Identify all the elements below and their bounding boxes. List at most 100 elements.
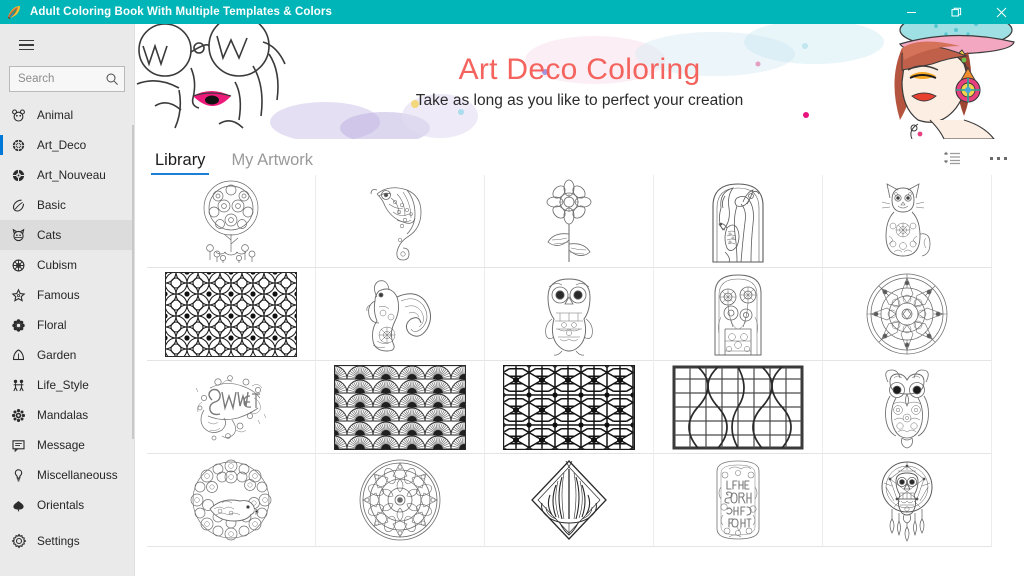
geometric-circle-pattern-thumbnail bbox=[165, 271, 297, 357]
gallery-item-owl-dreamcatcher[interactable] bbox=[823, 454, 992, 547]
sidebar-item-label: Famous bbox=[37, 288, 80, 302]
sidebar-item-art-nouveau[interactable]: Art_Nouveau bbox=[0, 160, 134, 190]
sidebar-scrollbar-thumb[interactable] bbox=[132, 125, 134, 440]
ornate-tree-thumbnail bbox=[203, 180, 259, 263]
sidebar-item-label: Cubism bbox=[37, 258, 77, 272]
sidebar-scrollbar[interactable] bbox=[132, 100, 134, 524]
gallery-item-chameleon[interactable] bbox=[316, 175, 485, 268]
search-icon[interactable] bbox=[105, 72, 119, 86]
gallery-item-geometric-star-pattern[interactable] bbox=[485, 361, 654, 454]
sidebar-item-art-deco[interactable]: Art_Deco bbox=[0, 130, 134, 160]
art-deco-icon bbox=[10, 137, 27, 154]
sidebar-item-mandalas[interactable]: Mandalas bbox=[0, 400, 134, 430]
search-box[interactable] bbox=[9, 66, 125, 92]
sidebar-item-label: Animal bbox=[37, 108, 74, 122]
sidebar-nav[interactable]: Animal Art_Deco Art_Nouveau Basic Cats C… bbox=[0, 100, 134, 524]
sweet-lettering-thumbnail bbox=[195, 375, 267, 441]
restore-button[interactable] bbox=[934, 0, 979, 24]
sidebar-item-cats[interactable]: Cats bbox=[0, 220, 134, 250]
lattice-window-pattern-thumbnail bbox=[672, 365, 804, 449]
life-is-short-lettering-thumbnail bbox=[716, 460, 760, 540]
search-container bbox=[0, 62, 134, 100]
sidebar-item-label: Life_Style bbox=[37, 378, 89, 392]
gallery-item-owl-ornate[interactable] bbox=[823, 361, 992, 454]
sidebar-item-floral[interactable]: Floral bbox=[0, 310, 134, 340]
woman-with-glasses-lineart bbox=[136, 24, 286, 129]
sidebar-item-label: Basic bbox=[37, 198, 66, 212]
basic-icon bbox=[10, 197, 27, 214]
gallery-item-woman-with-peacock[interactable] bbox=[654, 175, 823, 268]
sidebar-item-label: Art_Deco bbox=[37, 138, 87, 152]
geometric-star-pattern-thumbnail bbox=[503, 364, 635, 450]
sidebar-item-label: Settings bbox=[37, 534, 80, 548]
star-icon bbox=[10, 287, 27, 304]
gallery-item-hedgehog-in-flowers[interactable] bbox=[147, 454, 316, 547]
gallery-item-lattice-window-pattern[interactable] bbox=[654, 361, 823, 454]
gallery-item-owl-standing[interactable] bbox=[485, 268, 654, 361]
owl-dreamcatcher-thumbnail bbox=[881, 461, 933, 542]
sidebar-item-label: Miscellaneouss bbox=[37, 468, 118, 482]
minimize-button[interactable] bbox=[889, 0, 934, 24]
gallery-item-art-deco-diamond-fan[interactable] bbox=[485, 454, 654, 547]
sidebar-item-message[interactable]: Message bbox=[0, 430, 134, 460]
gallery-item-round-mandala-rosette[interactable] bbox=[823, 268, 992, 361]
sidebar-item-label: Mandalas bbox=[37, 408, 89, 422]
owl-ornate-thumbnail bbox=[885, 369, 929, 449]
message-icon bbox=[10, 437, 27, 454]
gallery-item-ornate-tree[interactable] bbox=[147, 175, 316, 268]
woman-with-hat-colored-illustration bbox=[894, 24, 1015, 139]
sidebar: Animal Art_Deco bbox=[0, 24, 135, 576]
sidebar-item-famous[interactable]: Famous bbox=[0, 280, 134, 310]
art-deco-diamond-fan-thumbnail bbox=[531, 460, 607, 540]
search-input[interactable] bbox=[18, 73, 105, 85]
miscellaneous-icon bbox=[10, 467, 27, 484]
gear-icon bbox=[10, 533, 27, 550]
mandala-icon bbox=[10, 407, 27, 424]
sidebar-item-label: Orientals bbox=[37, 498, 85, 512]
gallery-item-floral-panel[interactable] bbox=[654, 268, 823, 361]
squirrel-thumbnail bbox=[366, 280, 431, 352]
gallery-item-squirrel[interactable] bbox=[316, 268, 485, 361]
owl-standing-thumbnail bbox=[545, 278, 593, 356]
gallery-scroll[interactable] bbox=[135, 175, 1024, 576]
sidebar-item-settings[interactable]: Settings bbox=[0, 524, 134, 558]
tab-my-artwork[interactable]: My Artwork bbox=[227, 151, 317, 175]
chameleon-thumbnail bbox=[370, 187, 422, 261]
sidebar-item-label: Art_Nouveau bbox=[37, 168, 106, 182]
art-nouveau-icon bbox=[10, 167, 27, 184]
cubism-icon bbox=[10, 257, 27, 274]
gallery-item-sweet-lettering[interactable] bbox=[147, 361, 316, 454]
sidebar-item-basic[interactable]: Basic bbox=[0, 190, 134, 220]
sidebar-item-miscellaneouss[interactable]: Miscellaneouss bbox=[0, 460, 134, 490]
close-button[interactable] bbox=[979, 0, 1024, 24]
sidebar-item-garden[interactable]: Garden bbox=[0, 340, 134, 370]
gallery-item-flower-stem[interactable] bbox=[485, 175, 654, 268]
sidebar-item-life-style[interactable]: Life_Style bbox=[0, 370, 134, 400]
tab-library[interactable]: Library bbox=[151, 151, 210, 175]
flower-stem-thumbnail bbox=[546, 179, 592, 262]
sidebar-item-animal[interactable]: Animal bbox=[0, 100, 134, 130]
sidebar-item-cubism[interactable]: Cubism bbox=[0, 250, 134, 280]
gallery-item-life-is-short-lettering[interactable] bbox=[654, 454, 823, 547]
leaf-palette-icon bbox=[6, 4, 22, 20]
life-style-icon bbox=[10, 377, 27, 394]
sidebar-item-label: Message bbox=[37, 438, 85, 452]
gallery-item-geometric-circle-pattern[interactable] bbox=[147, 268, 316, 361]
gallery-grid bbox=[147, 175, 1024, 547]
main-content: Art Deco Coloring Take as long as you li… bbox=[135, 24, 1024, 576]
gallery-item-circular-mandala[interactable] bbox=[316, 454, 485, 547]
sort-list-icon[interactable] bbox=[938, 147, 966, 169]
tab-bar: Library My Artwork bbox=[135, 139, 1024, 175]
orientals-icon bbox=[10, 497, 27, 514]
hedgehog-in-flowers-thumbnail bbox=[190, 459, 272, 541]
hamburger-icon[interactable] bbox=[6, 30, 46, 60]
circular-mandala-thumbnail bbox=[359, 459, 441, 541]
floral-panel-thumbnail bbox=[714, 274, 762, 356]
banner: Art Deco Coloring Take as long as you li… bbox=[135, 24, 1024, 139]
sidebar-item-orientals[interactable]: Orientals bbox=[0, 490, 134, 520]
cat-icon bbox=[10, 227, 27, 244]
more-options-icon[interactable] bbox=[984, 147, 1012, 169]
gallery-item-ornate-cat[interactable] bbox=[823, 175, 992, 268]
gallery-item-art-deco-fan-pattern[interactable] bbox=[316, 361, 485, 454]
woman-with-peacock-thumbnail bbox=[712, 183, 764, 263]
